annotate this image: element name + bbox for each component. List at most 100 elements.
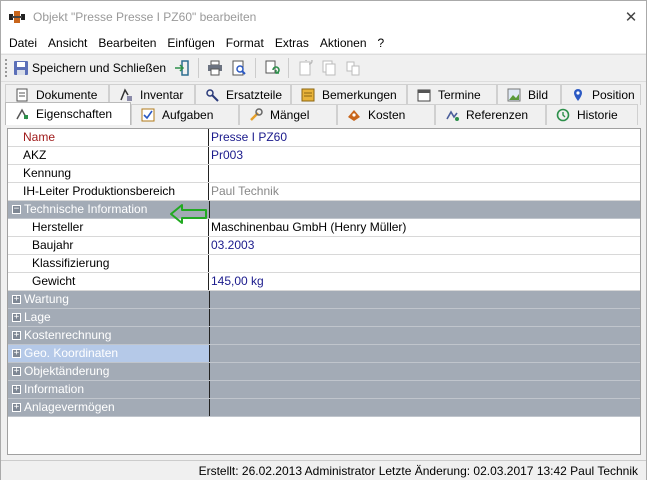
exit-button[interactable] xyxy=(171,57,193,79)
spare-parts-icon xyxy=(204,87,220,103)
tab-eigenschaften[interactable]: Eigenschaften xyxy=(5,102,131,125)
property-row-hersteller[interactable]: Hersteller Maschinenbau GmbH (Henry Müll… xyxy=(8,219,640,237)
category-objektaenderung[interactable]: + Objektänderung xyxy=(8,363,640,381)
new-document-icon xyxy=(299,60,313,76)
category-geo-koordinaten[interactable]: + Geo. Koordinaten xyxy=(8,345,640,363)
category-value xyxy=(209,291,640,308)
property-value[interactable]: 145,00 kg xyxy=(209,273,640,290)
category-label: Lage xyxy=(24,310,51,324)
category-anlagevermoegen[interactable]: + Anlagevermögen xyxy=(8,399,640,417)
print-button[interactable] xyxy=(204,57,226,79)
property-value[interactable]: Paul Technik xyxy=(209,183,640,200)
property-value[interactable]: Maschinenbau GmbH (Henry Müller) xyxy=(209,219,640,236)
toolbar-separator xyxy=(255,58,257,78)
collapse-icon[interactable]: − xyxy=(12,205,21,214)
annotation-arrow-icon xyxy=(170,204,207,224)
expand-icon[interactable]: + xyxy=(12,349,21,358)
refresh-button[interactable] xyxy=(261,57,283,79)
menu-bar: Datei Ansicht Bearbeiten Einfügen Format… xyxy=(1,33,646,53)
property-name: AKZ xyxy=(8,147,209,164)
tab-label: Historie xyxy=(577,108,618,122)
new-document-button[interactable] xyxy=(294,57,316,79)
category-value xyxy=(209,363,640,380)
tab-ersatzteile[interactable]: Ersatzteile xyxy=(195,84,291,105)
tab-aufgaben[interactable]: Aufgaben xyxy=(131,104,239,125)
menu-aktionen[interactable]: Aktionen xyxy=(316,36,371,50)
status-text: Erstellt: 26.02.2013 Administrator Letzt… xyxy=(198,463,638,478)
category-wartung[interactable]: + Wartung xyxy=(8,291,640,309)
menu-datei[interactable]: Datei xyxy=(5,36,41,50)
category-label: Wartung xyxy=(24,292,69,306)
save-icon xyxy=(14,61,28,75)
exit-icon xyxy=(175,60,189,76)
close-icon[interactable]: ✕ xyxy=(616,1,646,33)
menu-extras[interactable]: Extras xyxy=(271,36,313,50)
save-and-close-button[interactable]: Speichern und Schließen xyxy=(10,57,169,79)
property-row-klassifizierung[interactable]: Klassifizierung xyxy=(8,255,640,273)
status-bar: Erstellt: 26.02.2013 Administrator Letzt… xyxy=(1,460,646,480)
category-value xyxy=(209,327,640,344)
tab-label: Termine xyxy=(438,88,481,102)
property-value[interactable]: Presse I PZ60 xyxy=(209,129,640,146)
property-value[interactable] xyxy=(209,255,640,272)
expand-icon[interactable]: + xyxy=(12,313,21,322)
menu-format[interactable]: Format xyxy=(222,36,268,50)
toolbar-separator xyxy=(198,58,200,78)
tab-bemerkungen[interactable]: Bemerkungen xyxy=(291,84,407,105)
menu-ansicht[interactable]: Ansicht xyxy=(44,36,91,50)
expand-icon[interactable]: + xyxy=(12,403,21,412)
tab-position[interactable]: Position xyxy=(561,84,641,105)
expand-icon[interactable]: + xyxy=(12,367,21,376)
menu-help[interactable]: ? xyxy=(374,36,389,50)
property-name: Klassifizierung xyxy=(8,255,209,272)
defects-icon xyxy=(248,107,264,123)
property-row-ih-leiter[interactable]: IH-Leiter Produktionsbereich Paul Techni… xyxy=(8,183,640,201)
tab-strip: Dokumente Inventar Ersatzteile Bemerkung… xyxy=(1,83,646,127)
property-row-name[interactable]: Name Presse I PZ60 xyxy=(8,129,640,147)
tab-label: Position xyxy=(592,88,635,102)
costs-icon xyxy=(346,107,362,123)
location-pin-icon xyxy=(570,87,586,103)
expand-icon[interactable]: + xyxy=(12,295,21,304)
menu-einfuegen[interactable]: Einfügen xyxy=(163,36,218,50)
tab-label: Referenzen xyxy=(466,108,529,122)
category-label: Kostenrechnung xyxy=(24,328,112,342)
expand-icon[interactable]: + xyxy=(12,385,21,394)
toolbar-grip[interactable] xyxy=(5,59,9,77)
tab-label: Inventar xyxy=(140,88,184,102)
category-label: Geo. Koordinaten xyxy=(8,345,209,362)
property-row-baujahr[interactable]: Baujahr 03.2003 xyxy=(8,237,640,255)
tab-referenzen[interactable]: Referenzen xyxy=(435,104,546,125)
tab-row-bottom: Eigenschaften Aufgaben Mängel Kosten Ref… xyxy=(5,102,638,125)
tab-label: Ersatzteile xyxy=(226,88,283,102)
property-row-kennung[interactable]: Kennung xyxy=(8,165,640,183)
property-value[interactable]: 03.2003 xyxy=(209,237,640,254)
tab-bild[interactable]: Bild xyxy=(497,84,561,105)
property-row-akz[interactable]: AKZ Pr003 xyxy=(8,147,640,165)
category-label: Information xyxy=(24,382,85,396)
property-row-gewicht[interactable]: Gewicht 145,00 kg xyxy=(8,273,640,291)
category-technische-information[interactable]: − Technische Information xyxy=(8,201,640,219)
tab-historie[interactable]: Historie xyxy=(546,104,638,125)
title-bar: Objekt "Presse Presse I PZ60" bearbeiten… xyxy=(1,1,646,33)
tab-label: Bild xyxy=(528,88,549,102)
refresh-document-icon xyxy=(265,60,280,74)
tab-termine[interactable]: Termine xyxy=(407,84,497,105)
save-and-close-label: Speichern und Schließen xyxy=(32,61,167,75)
expand-icon[interactable]: + xyxy=(12,331,21,340)
tab-maengel[interactable]: Mängel xyxy=(239,104,337,125)
tab-kosten[interactable]: Kosten xyxy=(337,104,435,125)
category-lage[interactable]: + Lage xyxy=(8,309,640,327)
print-preview-button[interactable] xyxy=(228,57,250,79)
property-name: Gewicht xyxy=(8,273,209,290)
menu-bearbeiten[interactable]: Bearbeiten xyxy=(94,36,160,50)
category-kostenrechnung[interactable]: + Kostenrechnung xyxy=(8,327,640,345)
category-information[interactable]: + Information xyxy=(8,381,640,399)
property-value[interactable] xyxy=(209,165,640,182)
duplicate-button[interactable] xyxy=(342,57,364,79)
copy-document-button[interactable] xyxy=(318,57,340,79)
property-grid: Name Presse I PZ60 AKZ Pr003 Kennung IH-… xyxy=(7,128,641,455)
document-icon xyxy=(14,87,30,103)
properties-icon xyxy=(14,106,30,122)
property-value[interactable]: Pr003 xyxy=(209,147,640,164)
